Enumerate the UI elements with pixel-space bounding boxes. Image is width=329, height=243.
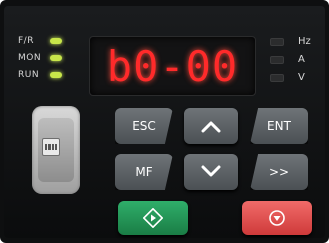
rj45-pins	[45, 144, 57, 150]
indicator-mon-led	[50, 55, 62, 61]
display-digits: b0-00	[106, 41, 239, 91]
chevron-up-icon	[201, 121, 221, 133]
esc-button-label: ESC	[132, 119, 156, 133]
indicator-fr-led	[50, 38, 62, 44]
indicator-mon: MON	[18, 53, 62, 63]
up-button[interactable]	[184, 108, 238, 144]
parameter-display: b0-00	[89, 36, 256, 96]
indicator-fr: F/R	[18, 36, 62, 46]
unit-hz: Hz	[270, 36, 311, 47]
indicator-mon-label: MON	[18, 53, 42, 63]
indicator-fr-label: F/R	[18, 36, 34, 46]
run-button[interactable]	[118, 201, 188, 235]
ent-button[interactable]: ENT	[250, 108, 308, 144]
run-icon	[143, 208, 163, 228]
down-button[interactable]	[184, 154, 238, 190]
indicator-run-led	[50, 72, 62, 78]
unit-v-led	[270, 73, 284, 82]
unit-hz-led	[270, 37, 284, 46]
shift-button[interactable]: >>	[250, 154, 308, 190]
unit-a-label: A	[298, 54, 305, 65]
mf-button-label: MF	[135, 165, 153, 179]
stop-icon	[269, 210, 285, 226]
mf-button[interactable]: MF	[115, 154, 173, 190]
ent-button-label: ENT	[267, 119, 291, 133]
shift-button-label: >>	[268, 165, 290, 179]
indicator-run-label: RUN	[18, 70, 40, 80]
indicator-run: RUN	[18, 70, 62, 80]
unit-a-led	[270, 55, 284, 64]
unit-a: A	[270, 54, 305, 65]
rj45-port	[32, 106, 80, 194]
unit-hz-label: Hz	[298, 36, 311, 47]
unit-v-label: V	[298, 72, 305, 83]
rj45-jack-icon	[42, 138, 60, 156]
esc-button[interactable]: ESC	[115, 108, 173, 144]
chevron-down-icon	[201, 165, 221, 177]
unit-v: V	[270, 72, 305, 83]
stop-button[interactable]	[242, 201, 312, 235]
